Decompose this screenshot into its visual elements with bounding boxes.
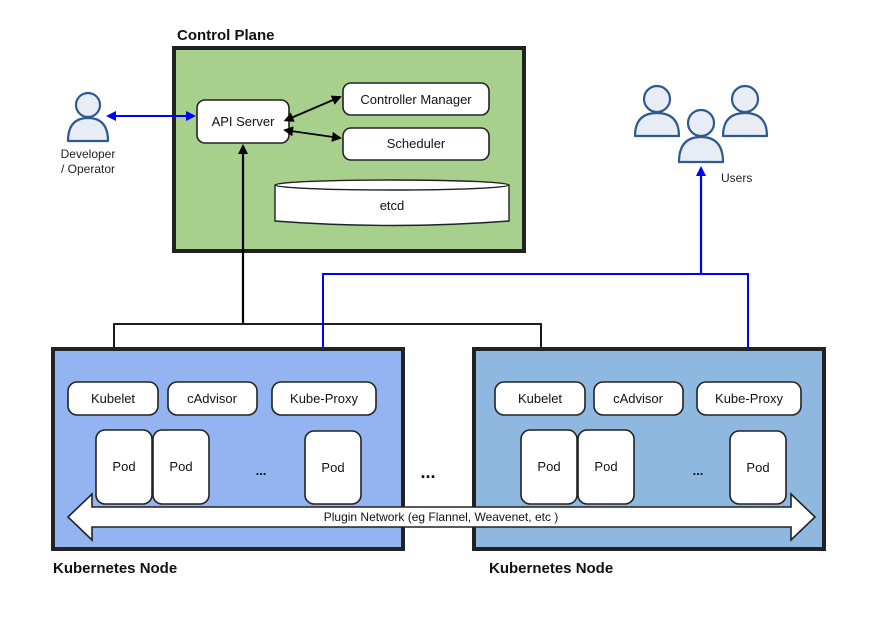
operator-label: / Operator bbox=[61, 162, 115, 176]
node1-title: Kubernetes Node bbox=[53, 560, 177, 577]
node1-pod-1[interactable]: Pod bbox=[95, 429, 153, 505]
node2-pod-1[interactable]: Pod bbox=[520, 429, 578, 505]
node2-title: Kubernetes Node bbox=[489, 560, 613, 577]
scheduler-label: Scheduler bbox=[387, 136, 446, 151]
controller-manager-label: Controller Manager bbox=[360, 92, 472, 107]
node2-pod-2-label: Pod bbox=[594, 459, 617, 474]
node1-pod-2[interactable]: Pod bbox=[152, 429, 210, 505]
node1-kube-proxy-label: Kube-Proxy bbox=[290, 391, 358, 406]
node2-pod-1-label: Pod bbox=[537, 459, 560, 474]
users-label: Users bbox=[721, 171, 752, 185]
plugin-network-label: Plugin Network (eg Flannel, Weavenet, et… bbox=[324, 510, 559, 524]
node2-pod-3[interactable]: Pod bbox=[729, 430, 787, 505]
controller-manager-box[interactable]: Controller Manager bbox=[342, 82, 490, 116]
node1-cadvisor-box[interactable]: cAdvisor bbox=[167, 381, 258, 416]
developer-label: Developer bbox=[61, 147, 116, 161]
api-server-box[interactable]: API Server bbox=[196, 99, 290, 144]
node1-pod-3[interactable]: Pod bbox=[304, 430, 362, 505]
node2-pods-ellipsis: ... bbox=[693, 463, 704, 478]
node1-pod-3-label: Pod bbox=[321, 460, 344, 475]
node2-kubelet-label: Kubelet bbox=[518, 391, 562, 406]
more-nodes-ellipsis: ... bbox=[420, 462, 435, 482]
developer-operator-icon bbox=[66, 91, 110, 143]
node1-pod-2-label: Pod bbox=[169, 459, 192, 474]
node2-kubelet-box[interactable]: Kubelet bbox=[494, 381, 586, 416]
node1-kubelet-box[interactable]: Kubelet bbox=[67, 381, 159, 416]
node1-cadvisor-label: cAdvisor bbox=[187, 391, 238, 406]
node2-kube-proxy-label: Kube-Proxy bbox=[715, 391, 783, 406]
node2-cadvisor-box[interactable]: cAdvisor bbox=[593, 381, 684, 416]
node1-pod-1-label: Pod bbox=[112, 459, 135, 474]
control-plane-title: Control Plane bbox=[177, 27, 275, 44]
api-server-label: API Server bbox=[212, 114, 276, 129]
kubernetes-architecture-diagram: Control Plane API Server Controller Mana… bbox=[51, 27, 826, 577]
etcd-label: etcd bbox=[380, 198, 405, 213]
node2-pod-2[interactable]: Pod bbox=[577, 429, 635, 505]
node1-kubelet-label: Kubelet bbox=[91, 391, 135, 406]
node1-pods-ellipsis: ... bbox=[256, 463, 267, 478]
node1-kube-proxy-box[interactable]: Kube-Proxy bbox=[271, 381, 377, 416]
users-icon bbox=[633, 84, 769, 164]
node2-pod-3-label: Pod bbox=[746, 460, 769, 475]
node2-cadvisor-label: cAdvisor bbox=[613, 391, 664, 406]
etcd-database[interactable]: etcd bbox=[274, 179, 510, 227]
scheduler-box[interactable]: Scheduler bbox=[342, 127, 490, 161]
node2-kube-proxy-box[interactable]: Kube-Proxy bbox=[696, 381, 802, 416]
